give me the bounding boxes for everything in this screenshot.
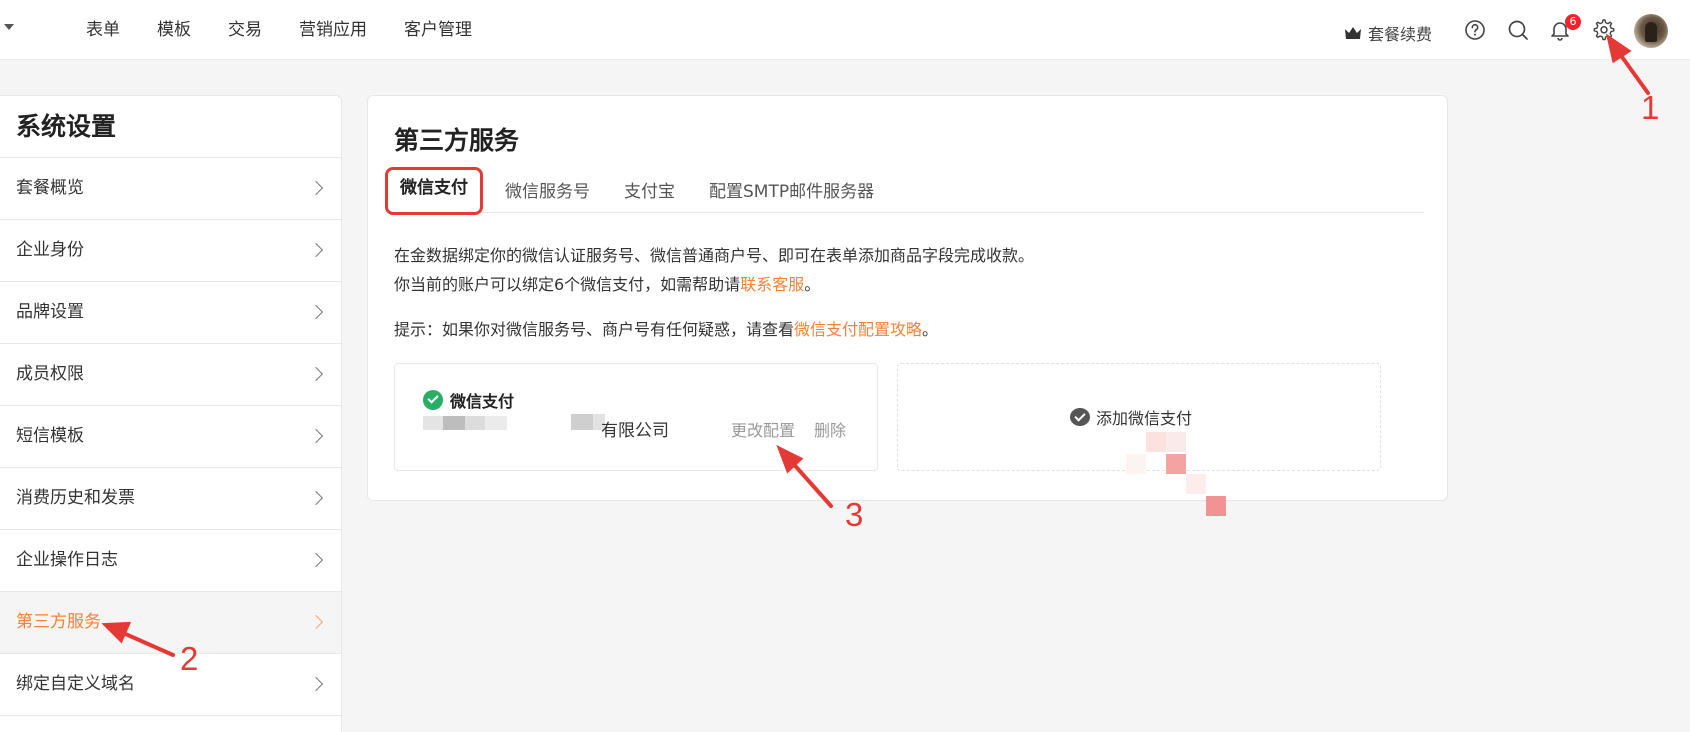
sidebar-item-custom-domain[interactable]: 绑定自定义域名 (0, 654, 341, 716)
chevron-right-icon (308, 304, 324, 320)
redacted-block (571, 414, 593, 430)
redacted-block (485, 416, 507, 430)
sidebar-item-plan-overview[interactable]: 套餐概览 (0, 158, 341, 220)
annotation-number-1: 1 (1641, 89, 1660, 126)
add-wechat-pay-button[interactable]: 添加微信支付 (1070, 405, 1192, 429)
description-line-1: 在金数据绑定你的微信认证服务号、微信普通商户号、即可在表单添加商品字段完成收款。 (394, 246, 1035, 265)
sidebar-item-label: 绑定自定义域名 (16, 674, 135, 694)
description-text: 你当前的账户可以绑定6个微信支付，如需帮助请 (394, 275, 741, 294)
nav-item-transactions[interactable]: 交易 (228, 0, 262, 60)
description-punctuation: 。 (804, 275, 821, 294)
sidebar-item-label: 成员权限 (16, 364, 84, 384)
wechat-icon (1070, 408, 1090, 426)
search-icon[interactable] (1507, 19, 1529, 41)
chevron-right-icon (308, 676, 324, 692)
sidebar-item-label: 短信模板 (16, 426, 84, 446)
chevron-right-icon (308, 490, 324, 506)
tip-text: 提示：如果你对微信服务号、商户号有任何疑惑，请查看 (394, 320, 795, 339)
renew-plan-label: 套餐续费 (1368, 25, 1433, 44)
annotation-number-3: 3 (845, 496, 864, 533)
annotation-number-2: 2 (180, 640, 199, 677)
gear-icon[interactable] (1593, 19, 1615, 41)
chevron-right-icon (308, 366, 324, 382)
company-name: 有限公司 (601, 421, 669, 441)
contact-support-link[interactable]: 联系客服 (740, 275, 804, 294)
nav-item-marketing[interactable]: 营销应用 (299, 0, 367, 60)
add-wechat-pay-label: 添加微信支付 (1096, 409, 1193, 428)
sidebar-item-brand-settings[interactable]: 品牌设置 (0, 282, 341, 344)
wechat-pay-name: 微信支付 (423, 388, 514, 412)
user-avatar[interactable] (1634, 14, 1668, 48)
main-nav: 表单 模板 交易 营销应用 客户管理 (86, 0, 509, 60)
sidebar-item-sms-templates[interactable]: 短信模板 (0, 406, 341, 468)
sidebar-item-third-party-services[interactable]: 第三方服务 (0, 592, 341, 654)
sidebar-item-label: 品牌设置 (16, 302, 84, 322)
tip-line: 提示：如果你对微信服务号、商户号有任何疑惑，请查看微信支付配置攻略。 (394, 316, 938, 340)
sidebar-item-label: 企业身份 (16, 240, 84, 260)
tab-alipay[interactable]: 支付宝 (624, 171, 675, 213)
page-title: 第三方服务 (394, 126, 520, 155)
chevron-right-icon (308, 552, 324, 568)
help-icon[interactable] (1464, 19, 1486, 41)
edit-config-button[interactable]: 更改配置 (731, 417, 795, 441)
wechat-pay-guide-link[interactable]: 微信支付配置攻略 (794, 320, 922, 339)
sidebar-item-operation-log[interactable]: 企业操作日志 (0, 530, 341, 592)
third-party-services-card: 第三方服务 微信支付 微信服务号 支付宝 配置SMTP邮件服务器 在金数据绑定你… (367, 95, 1448, 501)
sidebar-item-company-identity[interactable]: 企业身份 (0, 220, 341, 282)
chevron-right-icon (308, 180, 324, 196)
tip-punctuation: 。 (922, 320, 939, 339)
chevron-right-icon (308, 242, 324, 258)
settings-sidebar: 系统设置 套餐概览 企业身份 品牌设置 成员权限 短信模板 消费历史和发票 企业… (0, 95, 342, 732)
tab-smtp-server[interactable]: 配置SMTP邮件服务器 (709, 171, 874, 213)
sidebar-item-label: 第三方服务 (16, 612, 101, 632)
tab-wechat-official-account[interactable]: 微信服务号 (505, 171, 590, 213)
redacted-block (443, 416, 465, 430)
sidebar-title: 系统设置 (0, 96, 341, 158)
nav-item-forms[interactable]: 表单 (86, 0, 120, 60)
renew-plan-button[interactable]: 套餐续费 (1344, 21, 1432, 45)
chevron-right-icon (308, 614, 324, 630)
tab-wechat-pay[interactable]: 微信支付 (385, 167, 483, 215)
service-tabs: 微信支付 微信服务号 支付宝 配置SMTP邮件服务器 (385, 167, 1424, 215)
sidebar-item-label: 消费历史和发票 (16, 488, 135, 508)
notification-badge: 6 (1565, 14, 1581, 30)
dropdown-caret-icon[interactable] (4, 24, 14, 30)
sidebar-item-label: 套餐概览 (16, 178, 84, 198)
sidebar-item-label: 企业操作日志 (16, 550, 118, 570)
redacted-block (423, 416, 443, 430)
top-navigation-bar: 表单 模板 交易 营销应用 客户管理 套餐续费 6 (0, 0, 1690, 60)
sidebar-item-billing-history[interactable]: 消费历史和发票 (0, 468, 341, 530)
crown-icon (1345, 27, 1361, 39)
nav-item-templates[interactable]: 模板 (157, 0, 191, 60)
wechat-pay-account-card: 微信支付 有限公司 更改配置 删除 (394, 363, 878, 471)
wechat-pay-icon (423, 390, 443, 410)
chevron-right-icon (308, 428, 324, 444)
redacted-block (465, 416, 485, 430)
description-line-2: 你当前的账户可以绑定6个微信支付，如需帮助请联系客服。 (394, 271, 820, 295)
delete-button[interactable]: 删除 (814, 417, 846, 441)
nav-item-customers[interactable]: 客户管理 (404, 0, 472, 60)
sidebar-item-member-permissions[interactable]: 成员权限 (0, 344, 341, 406)
wechat-pay-label: 微信支付 (450, 392, 515, 411)
